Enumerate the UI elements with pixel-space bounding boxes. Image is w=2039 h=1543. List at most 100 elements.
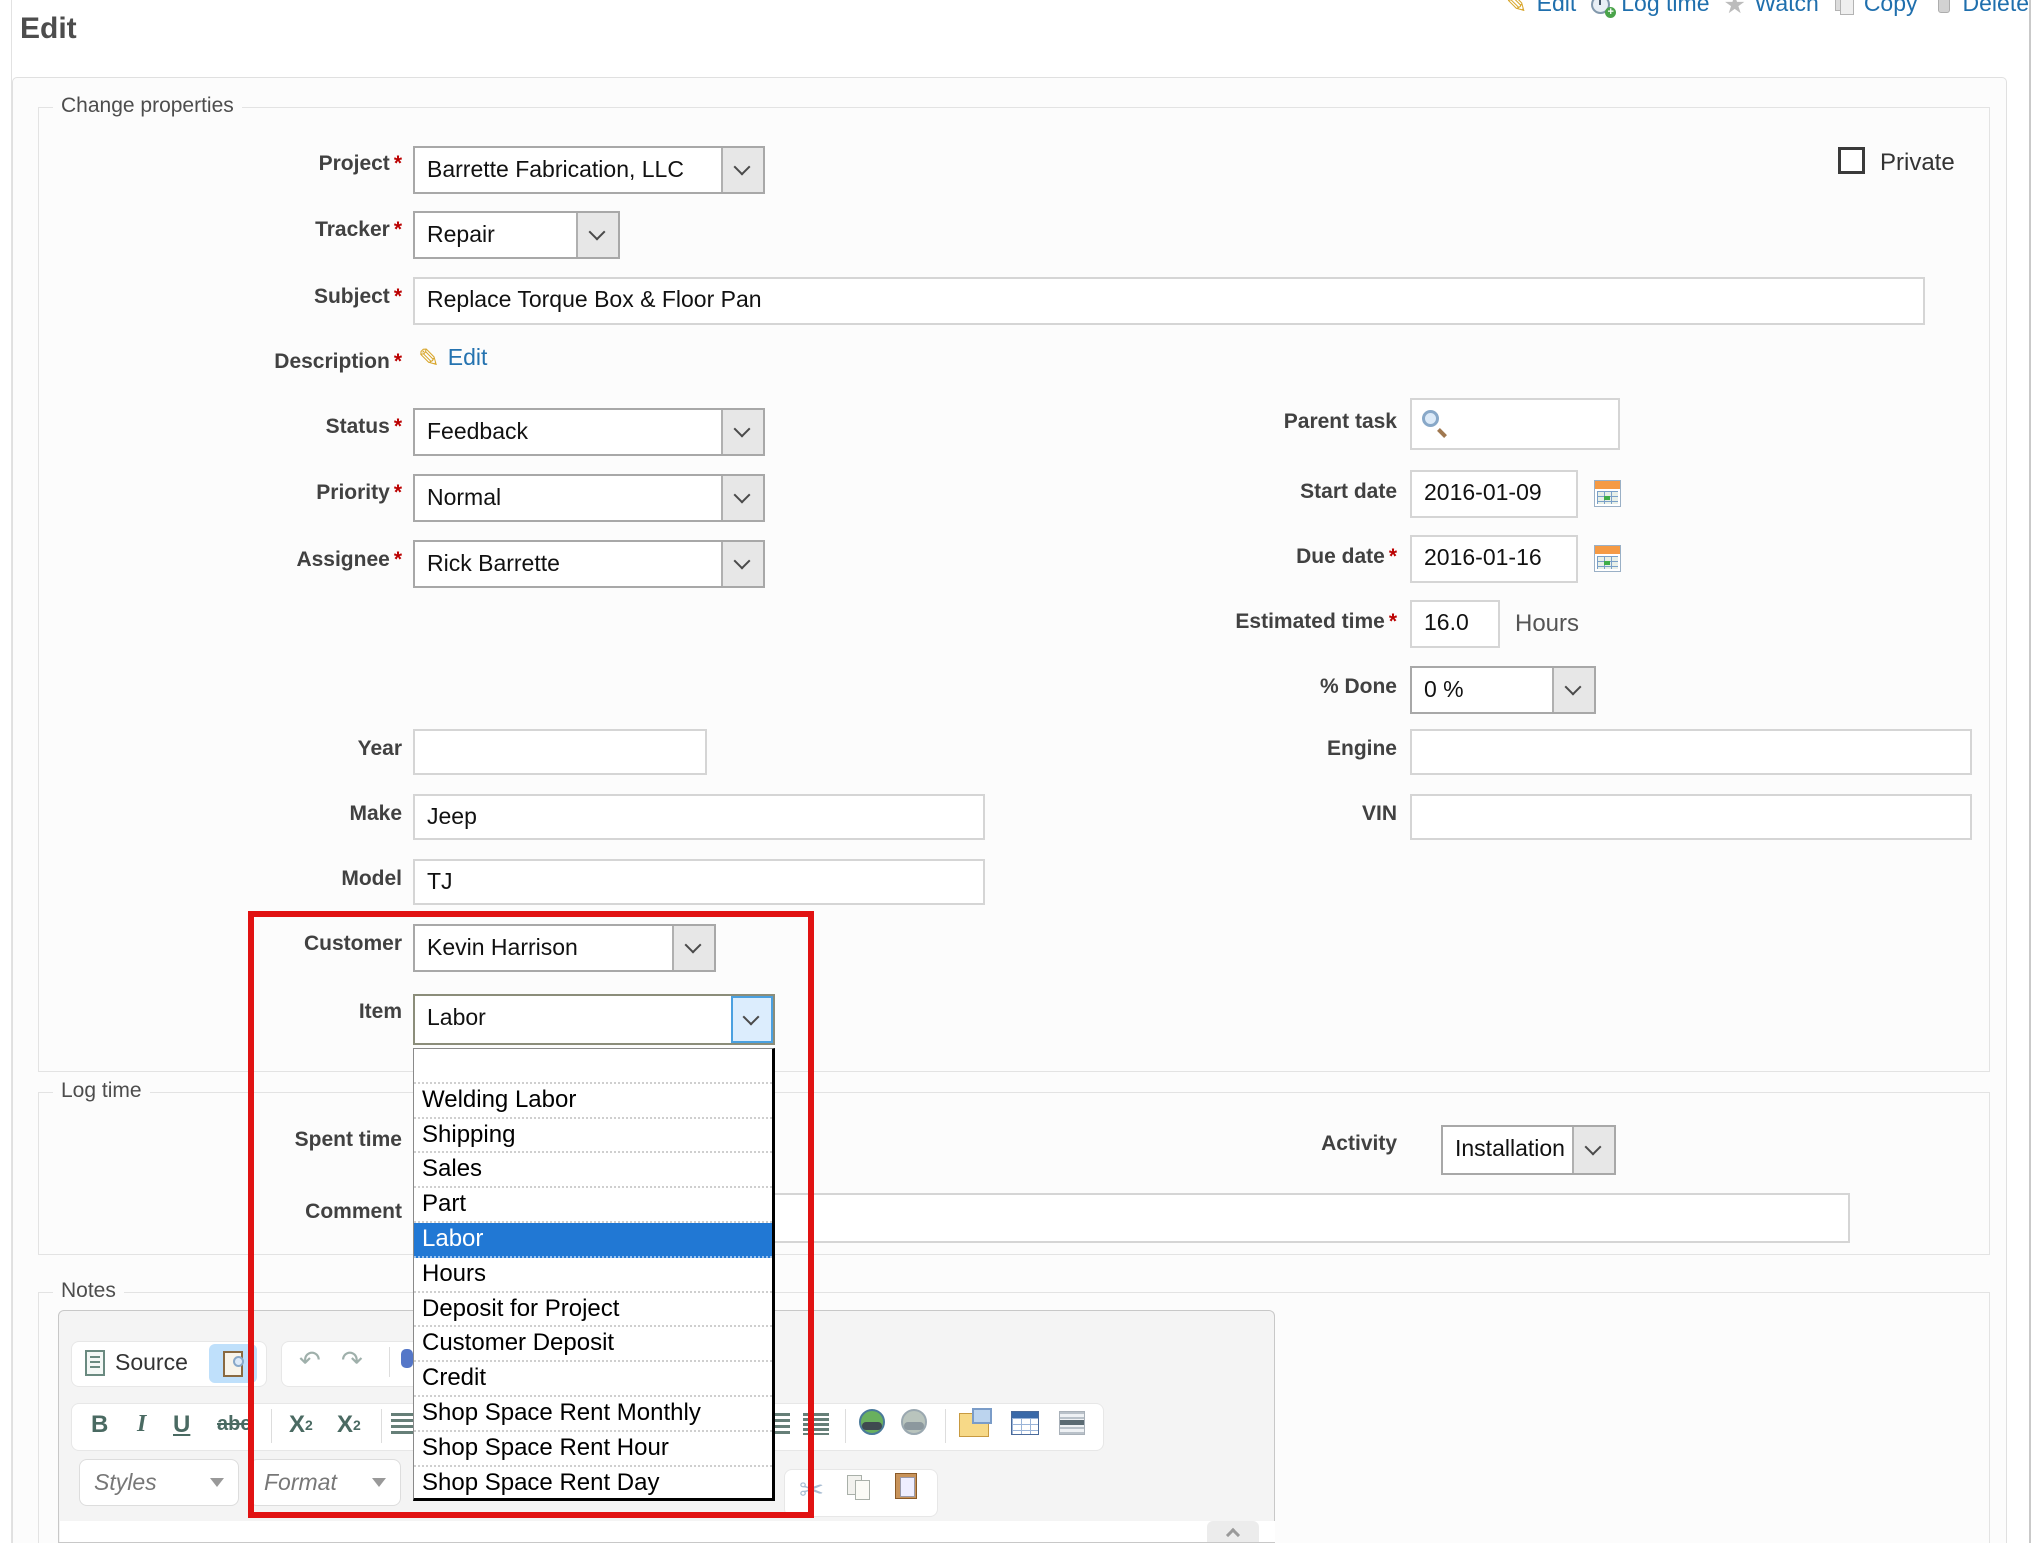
subscript-button[interactable]: X2 — [289, 1411, 313, 1439]
cut-icon[interactable]: ✂ — [799, 1473, 824, 1508]
customer-select[interactable]: Kevin Harrison — [413, 924, 716, 972]
undo-icon[interactable]: ↶ — [299, 1345, 321, 1376]
styles-combo[interactable]: Styles — [79, 1459, 239, 1506]
format-combo[interactable]: Format — [249, 1459, 401, 1506]
log-time-legend: Log time — [53, 1079, 150, 1103]
make-input[interactable]: Jeep — [413, 794, 985, 840]
description-edit[interactable]: ✎ Edit — [418, 344, 487, 371]
page-title: Edit — [20, 12, 77, 46]
copy-icon[interactable] — [847, 1475, 873, 1501]
chevron-down-icon[interactable] — [672, 926, 714, 970]
item-value: Labor — [415, 996, 731, 1043]
magnifier-icon — [1422, 410, 1439, 427]
chevron-down-icon[interactable] — [721, 476, 763, 520]
private-checkbox[interactable] — [1838, 147, 1865, 174]
parent-task-input[interactable] — [1410, 398, 1620, 450]
dropdown-option[interactable] — [414, 1049, 772, 1084]
image-icon[interactable] — [959, 1413, 989, 1437]
dropdown-option[interactable]: Customer Deposit — [414, 1327, 772, 1362]
source-button[interactable]: Source — [85, 1349, 188, 1376]
chevron-up-icon — [1226, 1528, 1240, 1542]
link-icon[interactable] — [859, 1409, 885, 1435]
underline-button[interactable]: U — [173, 1411, 190, 1439]
subject-input[interactable]: Replace Torque Box & Floor Pan — [413, 277, 1925, 325]
edit-link[interactable]: Edit — [1537, 0, 1577, 17]
log-time-link[interactable]: Log time — [1621, 0, 1709, 17]
preview-button[interactable] — [209, 1344, 257, 1383]
strikethrough-button[interactable]: abe — [217, 1413, 251, 1436]
estimated-time-input[interactable]: 16.0 — [1410, 600, 1500, 648]
make-label: Make — [30, 802, 402, 826]
engine-input[interactable] — [1410, 729, 1972, 775]
calendar-icon[interactable] — [1594, 545, 1621, 572]
copy-action[interactable]: Copy — [1833, 0, 1918, 17]
dropdown-option[interactable]: Shop Space Rent Day — [414, 1467, 772, 1501]
collapse-toolbar-button[interactable] — [1207, 1521, 1259, 1542]
year-input[interactable] — [413, 729, 707, 775]
delete-action[interactable]: Delete — [1932, 0, 2029, 17]
dropdown-option[interactable]: Sales — [414, 1153, 772, 1188]
toolbar-divider — [381, 1409, 382, 1443]
justify-block-icon[interactable] — [803, 1413, 829, 1435]
dropdown-option[interactable]: Welding Labor — [414, 1084, 772, 1119]
toolbar-divider — [845, 1409, 846, 1443]
hours-suffix: Hours — [1515, 610, 1579, 638]
bold-button[interactable]: B — [91, 1411, 108, 1439]
unlink-icon[interactable] — [901, 1409, 927, 1435]
dropdown-option[interactable]: Shop Space Rent Monthly — [414, 1397, 772, 1432]
spent-time-label: Spent time — [30, 1128, 402, 1152]
dropdown-option[interactable]: Hours — [414, 1258, 772, 1293]
model-input[interactable]: TJ — [413, 859, 985, 905]
vin-input[interactable] — [1410, 794, 1972, 840]
project-select[interactable]: Barrette Fabrication, LLC — [413, 146, 765, 194]
chevron-down-icon[interactable] — [1552, 668, 1594, 712]
dropdown-option-selected[interactable]: Labor — [414, 1223, 772, 1258]
delete-link[interactable]: Delete — [1963, 0, 2029, 17]
copy-icon — [1833, 0, 1857, 16]
activity-value: Installation — [1443, 1127, 1572, 1173]
dropdown-option[interactable]: Shop Space Rent Hour — [414, 1432, 772, 1467]
watch-action[interactable]: ★ Watch — [1723, 0, 1818, 17]
edit-action[interactable]: ✎ Edit — [1506, 0, 1577, 17]
tracker-select[interactable]: Repair — [413, 211, 620, 259]
pencil-icon: ✎ — [1506, 0, 1530, 16]
assignee-select[interactable]: Rick Barrette — [413, 540, 765, 588]
due-date-input[interactable]: 2016-01-16 — [1410, 535, 1578, 583]
table-icon[interactable] — [1011, 1411, 1039, 1435]
chevron-down-icon[interactable] — [731, 996, 773, 1043]
percent-done-select[interactable]: 0 % — [1410, 666, 1596, 714]
percent-done-label: % Done — [1040, 675, 1397, 699]
dropdown-option[interactable]: Shipping — [414, 1119, 772, 1154]
italic-button[interactable]: I — [137, 1411, 146, 1438]
calendar-icon[interactable] — [1594, 480, 1621, 507]
item-select[interactable]: Labor — [413, 994, 775, 1045]
editor-content-area[interactable] — [60, 1521, 1275, 1542]
due-date-label: Due date* — [1040, 545, 1397, 569]
redo-icon[interactable]: ↷ — [341, 1345, 363, 1376]
copy-link[interactable]: Copy — [1864, 0, 1918, 17]
chevron-down-icon[interactable] — [576, 213, 618, 257]
superscript-button[interactable]: X2 — [337, 1411, 361, 1439]
blockquote-icon[interactable] — [1059, 1411, 1085, 1435]
item-dropdown-list: Welding Labor Shipping Sales Part Labor … — [413, 1048, 775, 1501]
chevron-down-icon[interactable] — [721, 542, 763, 586]
dropdown-option[interactable]: Credit — [414, 1362, 772, 1397]
priority-value: Normal — [415, 476, 721, 520]
paste-icon[interactable] — [895, 1473, 917, 1499]
chevron-down-icon[interactable] — [721, 148, 763, 192]
scrollbar-track[interactable] — [2029, 0, 2031, 1543]
priority-select[interactable]: Normal — [413, 474, 765, 522]
start-date-input[interactable]: 2016-01-09 — [1410, 470, 1578, 518]
status-value: Feedback — [415, 410, 721, 454]
dropdown-option[interactable]: Deposit for Project — [414, 1293, 772, 1328]
log-time-action[interactable]: + Log time — [1590, 0, 1709, 17]
description-edit-link[interactable]: Edit — [448, 344, 488, 371]
watch-link[interactable]: Watch — [1754, 0, 1818, 17]
dropdown-option[interactable]: Part — [414, 1188, 772, 1223]
chevron-down-icon[interactable] — [1572, 1127, 1614, 1173]
activity-select[interactable]: Installation — [1441, 1125, 1616, 1175]
project-label: Project* — [30, 152, 402, 176]
parent-task-label: Parent task — [1040, 410, 1397, 434]
chevron-down-icon[interactable] — [721, 410, 763, 454]
status-select[interactable]: Feedback — [413, 408, 765, 456]
